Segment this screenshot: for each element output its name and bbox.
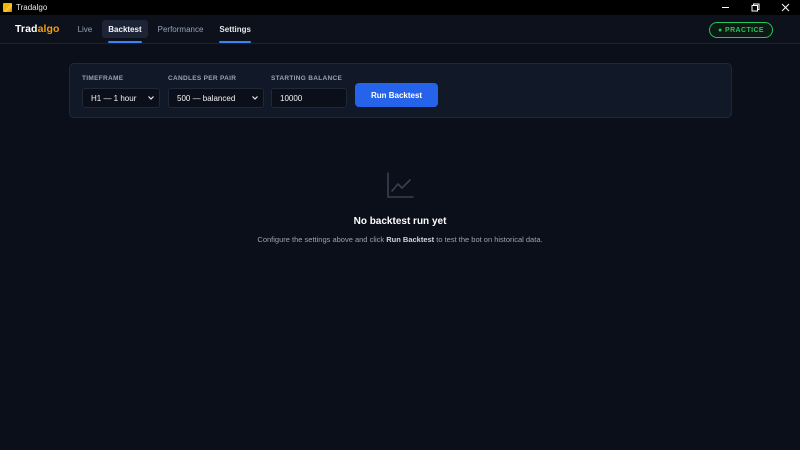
empty-state-description: Configure the settings above and click R… — [0, 235, 800, 244]
chevron-down-icon — [252, 96, 258, 100]
close-icon — [781, 3, 789, 12]
empty-desc-part-1: Configure the settings above and click — [257, 235, 387, 244]
tab-performance[interactable]: Performance — [152, 20, 210, 38]
balance-label: STARTING BALANCE — [271, 75, 343, 82]
app-logo-icon — [3, 3, 12, 12]
empty-desc-part-2: to test the bot on historical data. — [434, 235, 543, 244]
timeframe-value: H1 — 1 hour — [91, 93, 137, 103]
chevron-down-icon — [148, 96, 154, 100]
empty-desc-strong: Run Backtest — [386, 235, 435, 244]
empty-state-title: No backtest run yet — [353, 216, 447, 227]
starting-balance-input[interactable]: 10000 — [271, 88, 347, 108]
minimize-button[interactable] — [710, 0, 740, 15]
starting-balance-value: 10000 — [280, 93, 303, 103]
restore-button[interactable] — [740, 0, 770, 15]
restore-icon — [751, 3, 759, 12]
tab-live[interactable]: Live — [72, 20, 99, 38]
brand-logo: Tradalgo — [15, 23, 60, 35]
candles-field: CANDLES PER PAIR — [168, 75, 236, 84]
timeframe-field: TIMEFRAME — [82, 75, 123, 84]
candles-value: 500 — balanced — [177, 93, 236, 103]
run-backtest-button[interactable]: Run Backtest — [355, 83, 438, 107]
chart-line-icon — [387, 172, 414, 198]
minimize-icon — [721, 7, 729, 8]
backtest-settings-panel: TIMEFRAME H1 — 1 hour CANDLES PER PAIR 5… — [69, 63, 732, 118]
empty-state: No backtest run yet Configure the settin… — [0, 170, 800, 244]
timeframe-label: TIMEFRAME — [82, 75, 124, 82]
candles-label: CANDLES PER PAIR — [168, 75, 237, 82]
window-title: Tradalgo — [16, 3, 48, 12]
window-controls — [710, 0, 800, 15]
timeframe-select[interactable]: H1 — 1 hour — [82, 88, 160, 108]
practice-mode-badge[interactable]: ● PRACTICE — [709, 22, 773, 38]
window-titlebar: Tradalgo — [0, 0, 800, 15]
tab-settings[interactable]: Settings — [213, 20, 257, 43]
balance-field: STARTING BALANCE — [271, 75, 342, 84]
close-button[interactable] — [770, 0, 800, 15]
tab-backtest[interactable]: Backtest — [102, 20, 148, 43]
brand-part-1: Trad — [15, 23, 38, 35]
brand-part-2: algo — [37, 23, 60, 35]
nav-tabs: Live Backtest Performance Settings — [72, 15, 261, 44]
candles-select[interactable]: 500 — balanced — [168, 88, 264, 108]
app-header: Tradalgo Live Backtest Performance Setti… — [0, 15, 800, 44]
